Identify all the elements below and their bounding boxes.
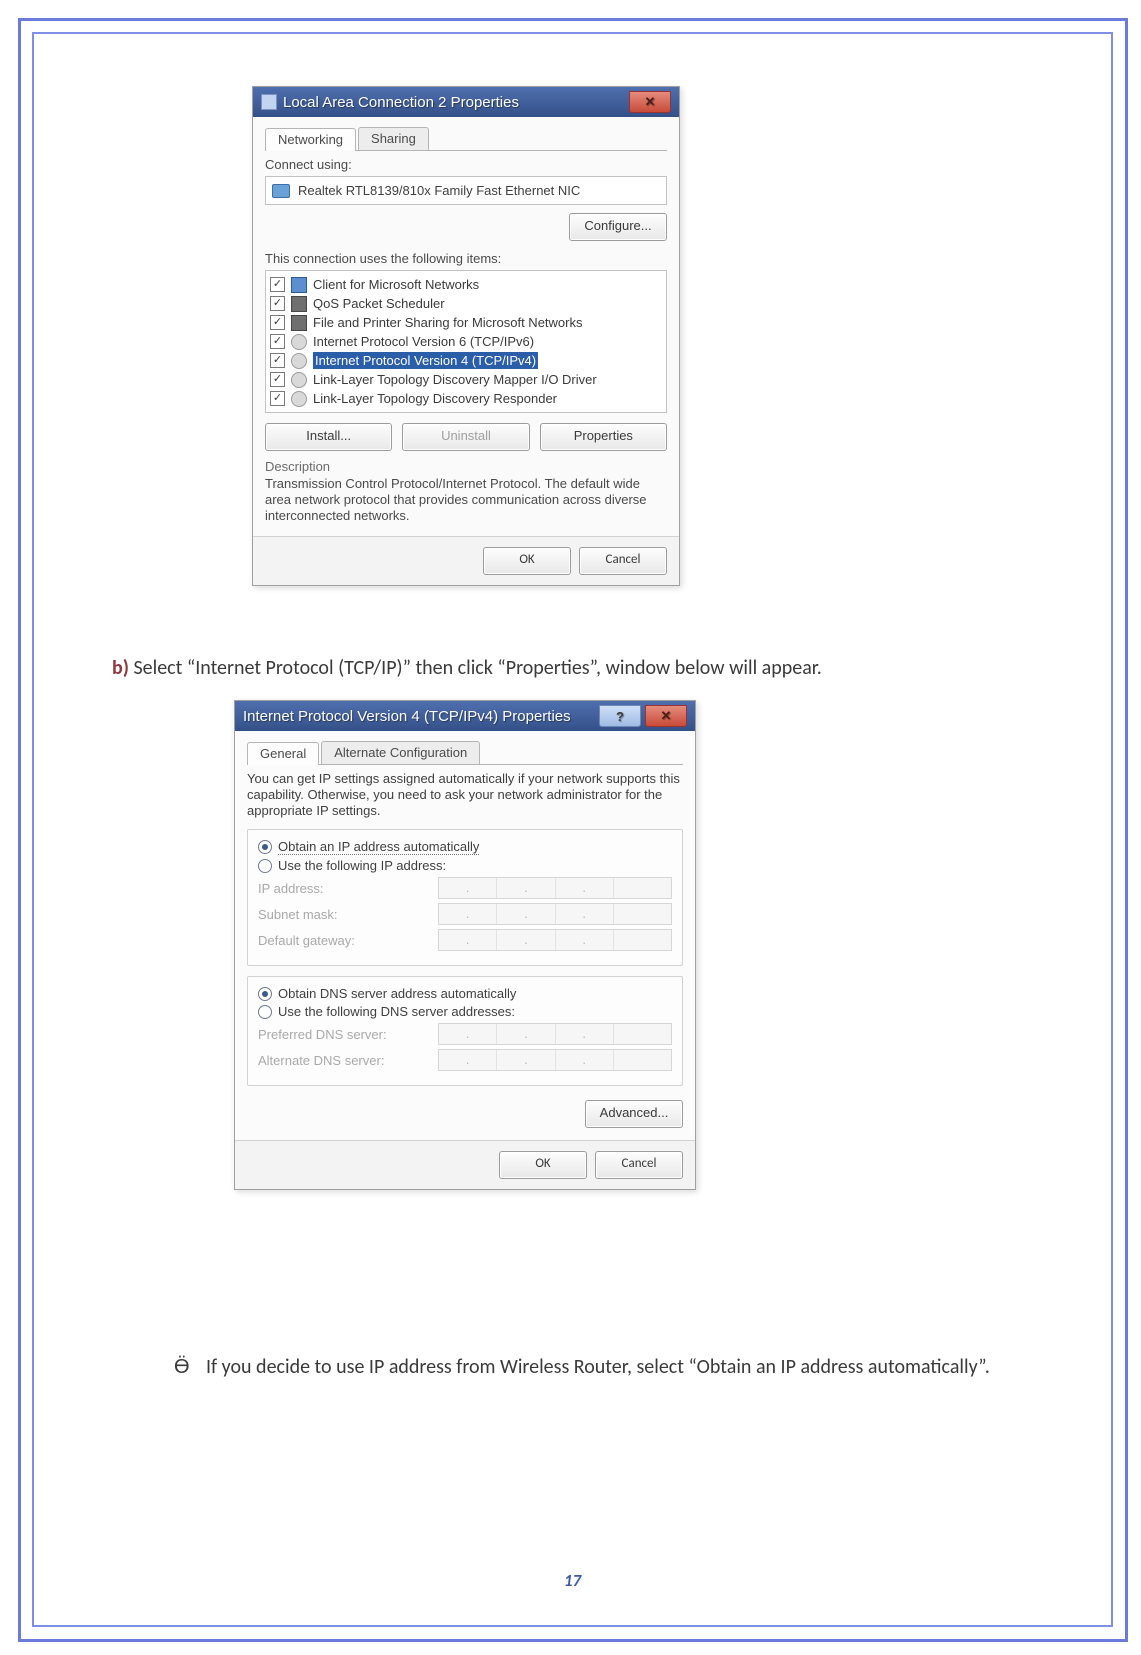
dialog1-title: Local Area Connection 2 Properties	[283, 94, 519, 111]
checkbox-icon[interactable]: ✓	[270, 315, 285, 330]
list-item[interactable]: ✓ Client for Microsoft Networks	[268, 275, 664, 294]
bullet-text: If you decide to use IP address from Wir…	[206, 1350, 1004, 1384]
adapter-name: Realtek RTL8139/810x Family Fast Etherne…	[298, 183, 580, 198]
ip-auto-label: Obtain an IP address automatically	[278, 839, 479, 855]
ip-manual-radio[interactable]: Use the following IP address:	[258, 858, 672, 873]
dns-manual-radio[interactable]: Use the following DNS server addresses:	[258, 1004, 672, 1019]
connection-items-list[interactable]: ✓ Client for Microsoft Networks ✓ QoS Packe…	[265, 270, 667, 413]
subnet-mask-label: Subnet mask:	[258, 907, 438, 922]
list-item[interactable]: ✓ QoS Packet Scheduler	[268, 294, 664, 313]
alt-dns-label: Alternate DNS server:	[258, 1053, 438, 1068]
properties-button[interactable]: Properties	[540, 423, 667, 451]
link-icon	[291, 372, 307, 388]
network-icon	[261, 94, 277, 110]
ok-button-2[interactable]: OK	[499, 1151, 587, 1179]
dialog2-title: Internet Protocol Version 4 (TCP/IPv4) P…	[243, 708, 571, 725]
gateway-label: Default gateway:	[258, 933, 438, 948]
description-text: Transmission Control Protocol/Internet P…	[265, 476, 667, 524]
ip-address-input: ...	[438, 877, 672, 899]
ip-group: Obtain an IP address automatically Use t…	[247, 829, 683, 966]
intro-text: You can get IP settings assigned automat…	[247, 771, 683, 819]
close-icon[interactable]: ✕	[629, 91, 671, 113]
tab-sharing[interactable]: Sharing	[358, 127, 429, 150]
file-icon	[291, 315, 307, 331]
help-icon[interactable]: ?	[599, 705, 641, 727]
adapter-field: Realtek RTL8139/810x Family Fast Etherne…	[265, 176, 667, 205]
checkbox-icon[interactable]: ✓	[270, 334, 285, 349]
checkbox-icon[interactable]: ✓	[270, 277, 285, 292]
checkbox-icon[interactable]: ✓	[270, 391, 285, 406]
configure-button[interactable]: Configure...	[569, 213, 667, 241]
page-number: 17	[34, 1570, 1111, 1591]
pref-dns-label: Preferred DNS server:	[258, 1027, 438, 1042]
ip-address-label: IP address:	[258, 881, 438, 896]
alt-dns-input: ...	[438, 1049, 672, 1071]
list-item[interactable]: ✓ Internet Protocol Version 6 (TCP/IPv6)	[268, 332, 664, 351]
tab-networking[interactable]: Networking	[265, 128, 356, 151]
bullet-marker: Ӫ	[174, 1350, 206, 1384]
cancel-button-2[interactable]: Cancel	[595, 1151, 683, 1179]
tab-general[interactable]: General	[247, 742, 319, 765]
adapter-icon	[272, 184, 290, 198]
tcpip-properties-dialog: Internet Protocol Version 4 (TCP/IPv4) P…	[234, 700, 696, 1190]
list-item-label: Link-Layer Topology Discovery Mapper I/O…	[313, 371, 597, 388]
connect-using-label: Connect using:	[265, 157, 667, 172]
dns-auto-label: Obtain DNS server address automatically	[278, 986, 516, 1001]
checkbox-icon[interactable]: ✓	[270, 353, 285, 368]
close-icon[interactable]: ✕	[645, 705, 687, 727]
dns-group: Obtain DNS server address automatically …	[247, 976, 683, 1086]
tab-alt-config[interactable]: Alternate Configuration	[321, 741, 480, 764]
net-icon	[291, 277, 307, 293]
subnet-mask-input: ...	[438, 903, 672, 925]
paragraph-b-marker: b)	[112, 656, 133, 680]
dialog2-tabs: General Alternate Configuration	[247, 741, 683, 765]
gateway-input: ...	[438, 929, 672, 951]
link-icon	[291, 334, 307, 350]
bullet-paragraph: Ӫ If you decide to use IP address from W…	[174, 1350, 1004, 1384]
uninstall-button: Uninstall	[402, 423, 529, 451]
list-item-label: Internet Protocol Version 6 (TCP/IPv6)	[313, 333, 534, 350]
advanced-button[interactable]: Advanced...	[585, 1100, 683, 1128]
dns-auto-radio[interactable]: Obtain DNS server address automatically	[258, 986, 672, 1001]
cancel-button[interactable]: Cancel	[579, 547, 667, 575]
list-item[interactable]: ✓ Link-Layer Topology Discovery Responder	[268, 389, 664, 408]
list-item-label: Link-Layer Topology Discovery Responder	[313, 390, 557, 407]
list-item-label: File and Printer Sharing for Microsoft N…	[313, 314, 582, 331]
description-title: Description	[265, 459, 667, 474]
ip-auto-radio[interactable]: Obtain an IP address automatically	[258, 839, 672, 855]
list-item[interactable]: ✓ File and Printer Sharing for Microsoft …	[268, 313, 664, 332]
list-item-label: QoS Packet Scheduler	[313, 295, 445, 312]
dialog1-tabs: Networking Sharing	[265, 127, 667, 151]
ok-button[interactable]: OK	[483, 547, 571, 575]
dialog2-titlebar: Internet Protocol Version 4 (TCP/IPv4) P…	[235, 701, 695, 731]
list-item[interactable]: ✓ Internet Protocol Version 4 (TCP/IPv4)	[268, 351, 664, 370]
install-button[interactable]: Install...	[265, 423, 392, 451]
checkbox-icon[interactable]: ✓	[270, 296, 285, 311]
items-label: This connection uses the following items…	[265, 251, 667, 266]
dialog1-titlebar: Local Area Connection 2 Properties ✕	[253, 87, 679, 117]
dns-manual-label: Use the following DNS server addresses:	[278, 1004, 515, 1019]
qos-icon	[291, 296, 307, 312]
list-item-label: Client for Microsoft Networks	[313, 276, 479, 293]
lan-properties-dialog: Local Area Connection 2 Properties ✕ Net…	[252, 86, 680, 586]
link-icon	[291, 391, 307, 407]
link-icon	[291, 353, 307, 369]
pref-dns-input: ...	[438, 1023, 672, 1045]
ip-manual-label: Use the following IP address:	[278, 858, 446, 873]
paragraph-b-text: Select “Internet Protocol (TCP/IP)” then…	[133, 656, 821, 680]
checkbox-icon[interactable]: ✓	[270, 372, 285, 387]
paragraph-b: b) Select “Internet Protocol (TCP/IP)” t…	[112, 652, 1032, 684]
list-item[interactable]: ✓ Link-Layer Topology Discovery Mapper I/…	[268, 370, 664, 389]
list-item-label: Internet Protocol Version 4 (TCP/IPv4)	[313, 352, 538, 369]
